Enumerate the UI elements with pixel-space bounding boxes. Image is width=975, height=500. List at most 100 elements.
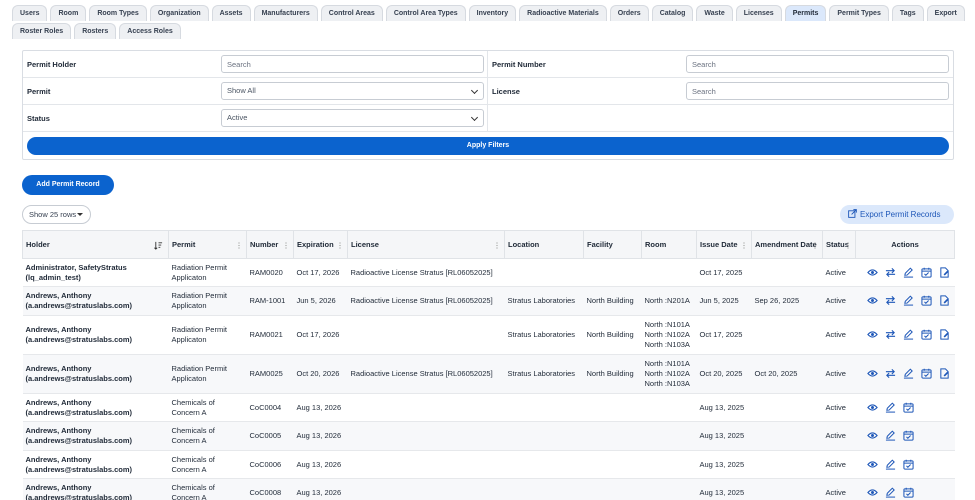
edit-icon[interactable] [903,329,915,341]
column-header-status[interactable]: Status [822,230,856,259]
column-header-license[interactable]: License [347,230,505,259]
tab-users[interactable]: Users [12,5,48,21]
cell-expiration: Oct 20, 2026 [293,354,348,394]
column-header-label: Number [250,240,279,249]
calendar-check-icon[interactable] [920,295,933,307]
transfer-icon[interactable] [885,267,897,279]
tab-permits[interactable]: Permits [784,5,827,21]
document-edit-icon[interactable] [939,368,951,380]
edit-icon[interactable] [885,458,897,471]
view-icon[interactable] [866,487,879,499]
tab-organization[interactable]: Organization [149,5,209,21]
calendar-check-icon[interactable] [902,402,915,414]
calendar-check-icon[interactable] [920,267,933,279]
column-header-actions[interactable]: Actions [855,230,955,259]
tab-radioactive-materials[interactable]: Radioactive Materials [519,5,607,21]
tab-roster-roles[interactable]: Roster Roles [12,23,72,39]
column-header-issue-date[interactable]: Issue Date [696,230,752,259]
cell-number: RAM-1001 [246,286,294,316]
edit-icon[interactable] [885,430,897,442]
tab-export[interactable]: Export [926,5,965,21]
view-icon[interactable] [866,459,879,471]
cell-expiration: Oct 17, 2026 [293,315,348,355]
edit-icon[interactable] [903,295,915,307]
column-header-holder[interactable]: Holder [22,230,169,259]
show-rows-select[interactable]: Show 25 rows [22,205,91,224]
filter-panel: Permit Holder Permit Number Permit Show … [22,50,954,160]
add-permit-record-button[interactable]: Add Permit Record [22,175,114,195]
column-header-expiration[interactable]: Expiration [293,230,348,259]
apply-filters-button[interactable]: Apply Filters [27,137,949,155]
cell-permit: Chemicals of Concern A [168,393,247,422]
document-edit-icon[interactable] [939,329,951,341]
permit-number-input[interactable] [686,55,949,73]
cell-expiration: Oct 17, 2026 [293,258,348,287]
cell-issue: Oct 17, 2025 [696,315,752,355]
tab-access-roles[interactable]: Access Roles [119,23,181,39]
status-select[interactable]: Active [221,109,484,127]
column-header-label: Issue Date [700,240,738,249]
tab-orders[interactable]: Orders [609,5,649,21]
calendar-check-icon[interactable] [902,459,915,471]
tab-inventory[interactable]: Inventory [468,5,517,21]
cell-facility: North Building [583,315,642,355]
tab-room[interactable]: Room [50,5,87,21]
tab-permit-types[interactable]: Permit Types [829,5,889,21]
column-header-location[interactable]: Location [504,230,584,259]
table-row: Andrews, Anthony (a.andrews@stratuslabs.… [22,421,955,451]
cell-issue: Aug 13, 2025 [696,393,752,422]
document-edit-icon[interactable] [939,295,951,307]
calendar-check-icon[interactable] [902,430,915,442]
column-header-room[interactable]: Room [641,230,697,259]
tab-catalog[interactable]: Catalog [651,5,694,21]
sort-icon [496,242,498,249]
permit-holder-input[interactable] [221,55,484,73]
cell-status: Active [822,478,856,500]
column-header-number[interactable]: Number [246,230,294,259]
transfer-icon[interactable] [885,295,897,307]
tab-control-areas[interactable]: Control Areas [320,5,383,21]
column-header-label: Location [508,240,540,249]
view-icon[interactable] [866,430,879,442]
transfer-icon[interactable] [885,368,897,380]
view-icon[interactable] [866,368,879,380]
column-header-facility[interactable]: Facility [583,230,642,259]
column-header-label: Room [645,240,667,249]
edit-icon[interactable] [903,368,915,380]
tab-rosters[interactable]: Rosters [74,23,117,39]
tab-waste[interactable]: Waste [696,5,733,21]
export-permit-records-button[interactable]: Export Permit Records [840,205,954,224]
column-header-label: Holder [26,240,50,249]
permit-select[interactable]: Show All [221,82,484,100]
tab-licenses[interactable]: Licenses [735,5,782,21]
tab-manufacturers[interactable]: Manufacturers [253,5,318,21]
transfer-icon[interactable] [885,329,897,341]
table-row: Andrews, Anthony (a.andrews@stratuslabs.… [22,354,955,394]
view-icon[interactable] [866,329,879,341]
edit-icon[interactable] [885,401,897,414]
cell-issue: Aug 13, 2025 [696,421,752,451]
column-header-permit[interactable]: Permit [168,230,247,259]
column-header-amendment-date[interactable]: Amendment Date [751,230,823,259]
view-icon[interactable] [866,267,879,279]
edit-icon[interactable] [903,266,915,279]
tab-tags[interactable]: Tags [891,5,924,21]
filter-row-1: Permit Holder Permit Number [23,51,953,78]
cell-expiration: Aug 13, 2026 [293,478,348,500]
tab-assets[interactable]: Assets [211,5,251,21]
cell-expiration: Aug 13, 2026 [293,393,348,422]
license-input[interactable] [686,82,949,100]
view-icon[interactable] [866,402,879,414]
cell-expiration: Aug 13, 2026 [293,450,348,479]
cell-license [347,315,505,355]
edit-icon[interactable] [885,486,897,499]
cell-number: RAM0025 [246,354,294,394]
calendar-check-icon[interactable] [920,329,933,341]
calendar-check-icon[interactable] [920,368,933,380]
permit-select-value: Show All [227,86,256,95]
tab-control-area-types[interactable]: Control Area Types [385,5,466,21]
tab-room-types[interactable]: Room Types [89,5,147,21]
document-edit-icon[interactable] [939,266,951,279]
calendar-check-icon[interactable] [902,487,915,499]
view-icon[interactable] [866,295,879,307]
